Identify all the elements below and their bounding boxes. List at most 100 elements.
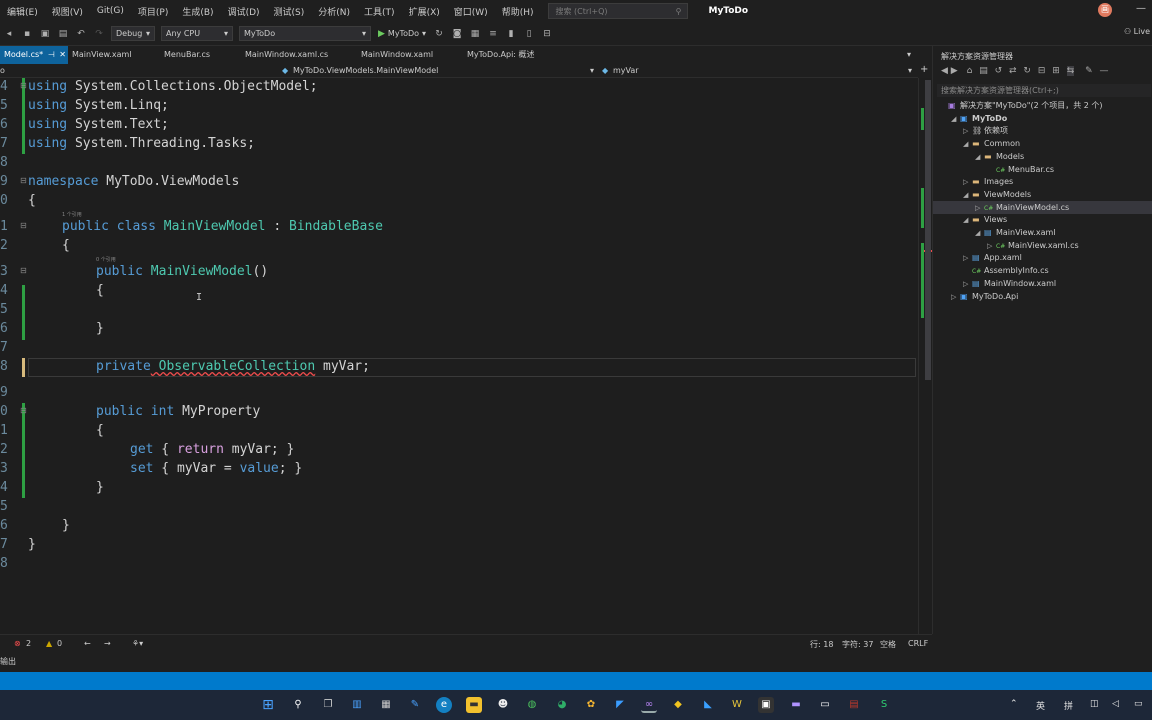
menu-project[interactable]: 项目(P) [131,5,175,18]
preview-icon[interactable]: ⇆ [1066,66,1075,76]
tree-item[interactable]: ◢ ▬ ViewModels [933,188,1152,201]
save-all-icon[interactable]: ▤ [56,29,70,39]
save-icon[interactable]: ▣ [38,29,52,39]
menu-build[interactable]: 生成(B) [175,5,220,18]
solution-search-input[interactable]: 搜索解决方案资源管理器(Ctrl+;) [937,84,1151,97]
config-select[interactable]: Debug ▾ [111,26,155,41]
tree-item[interactable]: ▷ ⛓ 依赖项 [933,124,1152,137]
menu-tools[interactable]: 工具(T) [357,5,402,18]
tree-item[interactable]: ▷ ▣ MyToDo.Api [933,290,1152,303]
tree-item[interactable]: ▣ 解决方案"MyToDo"(2 个项目，共 2 个) [933,99,1152,112]
refresh-icon[interactable]: ↻ [1023,66,1031,76]
search-icon[interactable]: ⚲ [290,697,306,713]
tree-item[interactable]: ▷ ▬ Images [933,175,1152,188]
nav-forward-icon[interactable]: → [104,639,111,648]
editor-scrollbar[interactable] [918,78,932,634]
tab-mainviewmodel[interactable]: Model.cs* ⊣ ✕ [0,46,68,64]
live-share-button[interactable]: ⚇ Live [1124,27,1150,36]
app-icon[interactable]: W [729,697,745,713]
app-icon[interactable]: ▣ [758,697,774,713]
tab-mainwindow-xaml-cs[interactable]: MainWindow.xaml.cs [245,46,328,64]
battery-icon[interactable]: ▭ [1134,699,1143,709]
forward-icon[interactable]: ▶ [951,66,958,76]
visual-studio-icon[interactable]: ∞ [641,697,657,713]
app-icon[interactable]: ▤ [846,697,862,713]
tab-menubar[interactable]: MenuBar.cs [164,46,210,64]
tab-mainwindow-xaml[interactable]: MainWindow.xaml [361,46,433,64]
sync-icon[interactable]: ⇄ [1009,66,1017,76]
store-icon[interactable]: ▦ [378,697,394,713]
split-add-icon[interactable]: + [920,64,928,75]
code-editor[interactable]: 4 5 6 7 8 9 0 1 2 3 4 5 6 7 8 9 0 1 2 3 … [0,78,918,634]
fold-toggle-icon[interactable]: ⊟ [20,266,27,275]
history-icon[interactable]: ↺ [995,66,1003,76]
tree-item[interactable]: ◢ ▬ Models [933,150,1152,163]
indent-mode[interactable]: 空格 [880,639,896,650]
run-button[interactable]: ▶ MyToDo ▾ [378,29,426,39]
warning-count[interactable]: 0 [57,639,62,648]
collapse-all-icon[interactable]: ⊟ [1038,66,1046,76]
hot-reload-icon[interactable]: ↻ [432,29,446,39]
codelens-references[interactable]: 0 个引用 [96,256,116,263]
code-cleanup-icon[interactable]: ⚘▾ [132,639,143,648]
app-icon[interactable]: ◆ [670,697,686,713]
app-icon[interactable]: ◕ [554,697,570,713]
show-all-icon[interactable]: ⊞ [1052,66,1060,76]
collapsed-icon[interactable]: ▷ [951,291,960,304]
tab-mainview-xaml[interactable]: MainView.xaml [72,46,132,64]
qq-icon[interactable]: ☻ [495,697,511,713]
pin-icon[interactable]: ⊣ [48,50,55,59]
menu-test[interactable]: 测试(S) [267,5,312,18]
nav-type[interactable]: MyToDo.ViewModels.MainViewModel [293,66,438,75]
bookmark-icon[interactable]: ▮ [504,29,518,39]
toolbar-icon[interactable]: ≡ [486,29,500,39]
toolbar-icon[interactable]: ▦ [468,29,482,39]
tree-item[interactable]: ◢ ▬ Views [933,213,1152,226]
back-icon[interactable]: ◀ [941,66,948,76]
scroll-thumb[interactable] [925,80,931,380]
widgets-icon[interactable]: ▥ [349,697,365,713]
new-file-icon[interactable]: ▪ [20,29,34,39]
wechat-icon[interactable]: ◍ [524,697,540,713]
task-view-icon[interactable]: ❐ [320,697,336,713]
vscode-icon[interactable]: ◤ [612,697,628,713]
tray-lang[interactable]: 英 [1036,699,1045,712]
home-icon[interactable]: ⌂ [967,66,973,76]
tree-item[interactable]: ▷ C# MainViewModel.cs [933,200,1152,214]
tree-item[interactable]: ▷ C# MainView.xaml.cs [933,239,1152,252]
toolbar-icon[interactable]: ▯ [522,29,536,39]
nav-member[interactable]: myVar [613,66,639,75]
start-icon[interactable]: ⊞ [260,697,276,713]
back-icon[interactable]: ◂ [2,29,16,39]
fold-toggle-icon[interactable]: ⊟ [20,406,27,415]
menu-view[interactable]: 视图(V) [45,5,90,18]
menu-help[interactable]: 帮助(H) [495,5,541,18]
chevron-up-icon[interactable]: ⌃ [1010,699,1018,709]
tab-api-overview[interactable]: MyToDo.Api: 概述 [467,46,535,64]
fold-toggle-icon[interactable]: ⊟ [20,221,27,230]
project-select[interactable]: MyToDo ▾ [239,26,371,41]
nav-back-icon[interactable]: ← [84,639,91,648]
toolbar-icon[interactable]: ⊟ [540,29,554,39]
edge-icon[interactable]: e [436,697,452,713]
tree-item[interactable]: ◢ ▣ MyToDo [933,112,1152,125]
avatar[interactable]: 画 [1098,3,1112,17]
menu-analyze[interactable]: 分析(N) [311,5,357,18]
app-icon[interactable]: ✿ [583,697,599,713]
folder-icon[interactable]: ▬ [466,697,482,713]
tray-ime[interactable]: 拼 [1064,699,1073,712]
fold-toggle-icon[interactable]: ⊟ [20,81,27,90]
output-tab[interactable]: 输出 [0,656,16,667]
close-icon[interactable]: ✕ [59,50,66,59]
minimize-icon[interactable]: — [1136,3,1146,14]
network-icon[interactable]: ◫ [1090,699,1099,709]
tree-item[interactable]: ◢ ▬ Common [933,137,1152,150]
tab-overflow-icon[interactable]: ▾ [900,46,918,64]
menu-debug[interactable]: 调试(D) [221,5,267,18]
volume-icon[interactable]: ◁ [1112,699,1119,709]
redo-icon[interactable]: ↷ [92,29,106,39]
error-count[interactable]: 2 [26,639,31,648]
menu-window[interactable]: 窗口(W) [447,5,495,18]
app-icon[interactable]: S [876,697,892,713]
menu-edit[interactable]: 编辑(E) [0,5,45,18]
